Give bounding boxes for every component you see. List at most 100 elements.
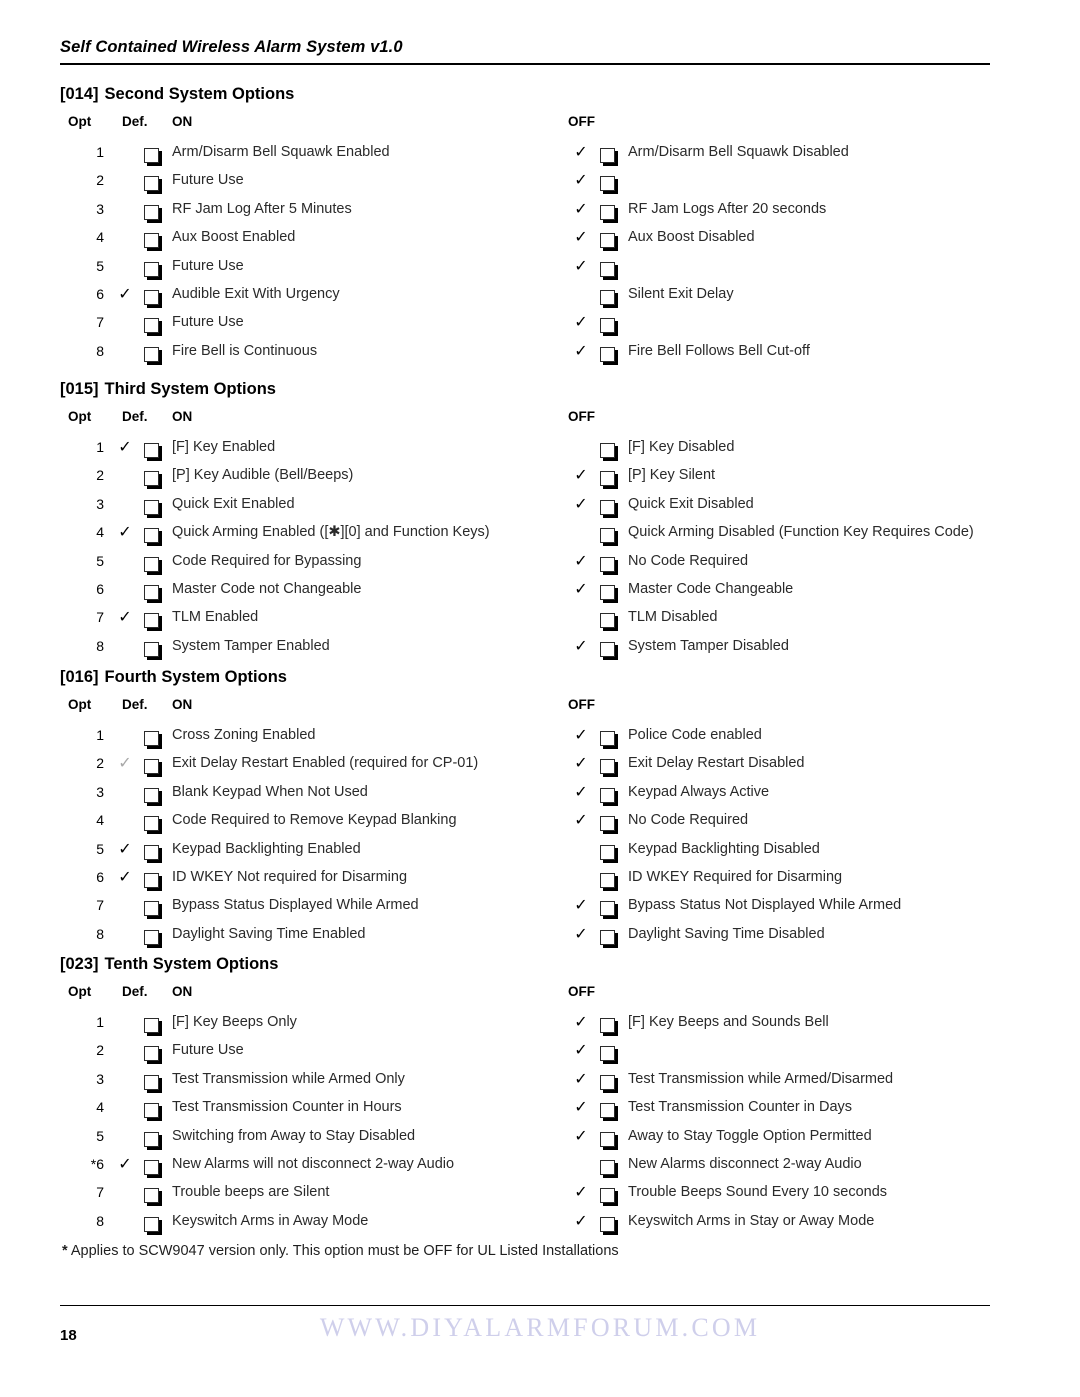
checkbox-icon[interactable] bbox=[144, 443, 159, 458]
option-checkbox-on[interactable] bbox=[144, 138, 166, 166]
option-checkbox-off[interactable] bbox=[600, 518, 622, 546]
checkbox-icon[interactable] bbox=[144, 346, 159, 362]
checkbox-icon[interactable] bbox=[600, 261, 615, 277]
checkbox-icon[interactable] bbox=[600, 641, 615, 657]
option-checkbox-off[interactable] bbox=[600, 1207, 622, 1235]
checkbox-icon[interactable] bbox=[600, 731, 615, 746]
option-checkbox-off[interactable] bbox=[600, 461, 622, 489]
checkbox-icon[interactable] bbox=[600, 1074, 615, 1090]
option-checkbox-off[interactable] bbox=[600, 433, 622, 461]
checkbox-icon[interactable] bbox=[144, 1103, 159, 1119]
option-checkbox-on[interactable] bbox=[144, 1207, 166, 1235]
option-checkbox-off[interactable] bbox=[600, 1008, 622, 1036]
checkbox-icon[interactable] bbox=[600, 289, 615, 305]
option-checkbox-on[interactable] bbox=[144, 337, 166, 365]
option-checkbox-off[interactable] bbox=[600, 166, 622, 194]
checkbox-icon[interactable] bbox=[600, 1216, 615, 1232]
option-checkbox-off[interactable] bbox=[600, 223, 622, 251]
option-checkbox-on[interactable] bbox=[144, 575, 166, 603]
checkbox-icon[interactable] bbox=[144, 816, 159, 832]
checkbox-icon[interactable] bbox=[144, 528, 159, 544]
checkbox-icon[interactable] bbox=[144, 499, 159, 515]
checkbox-icon[interactable] bbox=[600, 872, 615, 888]
checkbox-icon[interactable] bbox=[144, 584, 159, 600]
option-checkbox-off[interactable] bbox=[600, 1178, 622, 1206]
checkbox-icon[interactable] bbox=[600, 901, 615, 917]
checkbox-icon[interactable] bbox=[144, 759, 159, 775]
checkbox-icon[interactable] bbox=[144, 1188, 159, 1204]
checkbox-icon[interactable] bbox=[144, 1216, 159, 1232]
option-checkbox-on[interactable] bbox=[144, 252, 166, 280]
checkbox-icon[interactable] bbox=[600, 584, 615, 600]
checkbox-icon[interactable] bbox=[144, 1018, 159, 1033]
option-checkbox-on[interactable] bbox=[144, 547, 166, 575]
option-checkbox-on[interactable] bbox=[144, 1122, 166, 1150]
option-checkbox-off[interactable] bbox=[600, 1093, 622, 1121]
option-checkbox-off[interactable] bbox=[600, 490, 622, 518]
checkbox-icon[interactable] bbox=[600, 443, 615, 458]
option-checkbox-on[interactable] bbox=[144, 223, 166, 251]
option-checkbox-on[interactable] bbox=[144, 632, 166, 660]
option-checkbox-on[interactable] bbox=[144, 778, 166, 806]
option-checkbox-on[interactable] bbox=[144, 166, 166, 194]
option-checkbox-on[interactable] bbox=[144, 308, 166, 336]
checkbox-icon[interactable] bbox=[144, 1074, 159, 1090]
checkbox-icon[interactable] bbox=[144, 148, 159, 163]
checkbox-icon[interactable] bbox=[144, 318, 159, 334]
checkbox-icon[interactable] bbox=[600, 556, 615, 572]
checkbox-icon[interactable] bbox=[600, 787, 615, 803]
option-checkbox-off[interactable] bbox=[600, 749, 622, 777]
option-checkbox-on[interactable] bbox=[144, 433, 166, 461]
option-checkbox-off[interactable] bbox=[600, 632, 622, 660]
checkbox-icon[interactable] bbox=[600, 176, 615, 192]
checkbox-icon[interactable] bbox=[600, 1103, 615, 1119]
checkbox-icon[interactable] bbox=[600, 471, 615, 487]
option-checkbox-off[interactable] bbox=[600, 920, 622, 948]
checkbox-icon[interactable] bbox=[144, 901, 159, 917]
checkbox-icon[interactable] bbox=[144, 872, 159, 888]
option-checkbox-on[interactable] bbox=[144, 749, 166, 777]
checkbox-icon[interactable] bbox=[600, 148, 615, 163]
checkbox-icon[interactable] bbox=[144, 844, 159, 860]
checkbox-icon[interactable] bbox=[144, 1046, 159, 1062]
option-checkbox-on[interactable] bbox=[144, 920, 166, 948]
option-checkbox-off[interactable] bbox=[600, 603, 622, 631]
checkbox-icon[interactable] bbox=[600, 233, 615, 249]
option-checkbox-off[interactable] bbox=[600, 195, 622, 223]
checkbox-icon[interactable] bbox=[144, 787, 159, 803]
checkbox-icon[interactable] bbox=[144, 731, 159, 746]
checkbox-icon[interactable] bbox=[600, 1046, 615, 1062]
option-checkbox-on[interactable] bbox=[144, 280, 166, 308]
option-checkbox-on[interactable] bbox=[144, 1008, 166, 1036]
option-checkbox-on[interactable] bbox=[144, 891, 166, 919]
option-checkbox-off[interactable] bbox=[600, 778, 622, 806]
checkbox-icon[interactable] bbox=[600, 844, 615, 860]
checkbox-icon[interactable] bbox=[600, 759, 615, 775]
option-checkbox-off[interactable] bbox=[600, 252, 622, 280]
option-checkbox-off[interactable] bbox=[600, 308, 622, 336]
checkbox-icon[interactable] bbox=[600, 613, 615, 629]
option-checkbox-on[interactable] bbox=[144, 835, 166, 863]
option-checkbox-off[interactable] bbox=[600, 891, 622, 919]
option-checkbox-off[interactable] bbox=[600, 280, 622, 308]
option-checkbox-off[interactable] bbox=[600, 575, 622, 603]
option-checkbox-off[interactable] bbox=[600, 337, 622, 365]
option-checkbox-off[interactable] bbox=[600, 1122, 622, 1150]
checkbox-icon[interactable] bbox=[144, 641, 159, 657]
option-checkbox-on[interactable] bbox=[144, 1093, 166, 1121]
checkbox-icon[interactable] bbox=[144, 204, 159, 220]
checkbox-icon[interactable] bbox=[600, 318, 615, 334]
checkbox-icon[interactable] bbox=[600, 499, 615, 515]
checkbox-icon[interactable] bbox=[600, 528, 615, 544]
checkbox-icon[interactable] bbox=[600, 816, 615, 832]
checkbox-icon[interactable] bbox=[600, 1159, 615, 1175]
checkbox-icon[interactable] bbox=[144, 929, 159, 945]
checkbox-icon[interactable] bbox=[144, 556, 159, 572]
checkbox-icon[interactable] bbox=[600, 1018, 615, 1033]
checkbox-icon[interactable] bbox=[144, 289, 159, 305]
option-checkbox-off[interactable] bbox=[600, 138, 622, 166]
option-checkbox-on[interactable] bbox=[144, 721, 166, 749]
checkbox-icon[interactable] bbox=[600, 929, 615, 945]
checkbox-icon[interactable] bbox=[600, 204, 615, 220]
checkbox-icon[interactable] bbox=[600, 346, 615, 362]
